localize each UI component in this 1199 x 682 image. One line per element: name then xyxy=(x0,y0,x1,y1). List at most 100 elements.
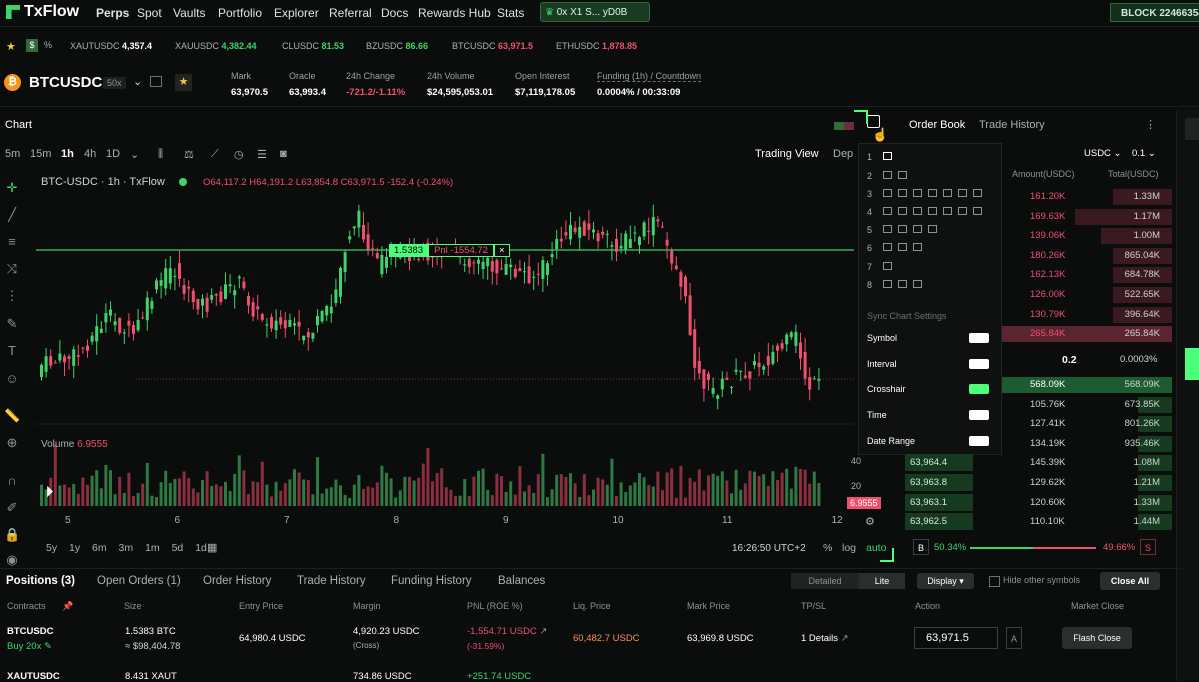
chevron-down-icon[interactable]: ⌄ xyxy=(133,75,142,88)
hide-other-checkbox[interactable] xyxy=(989,576,1000,587)
range-5d[interactable]: 5d xyxy=(172,542,184,554)
calendar-icon[interactable]: ▦ xyxy=(207,541,217,554)
depth-tab[interactable]: Dep xyxy=(833,148,853,160)
nav-docs[interactable]: Docs xyxy=(381,6,408,20)
position-line-label[interactable]: 1.5383 Pnl -1554.72 × xyxy=(389,244,510,257)
tab-funding-history[interactable]: Funding History xyxy=(391,575,472,587)
emoji-icon[interactable]: ☺ xyxy=(4,371,20,387)
bid-row[interactable]: 129.62K 1.21M xyxy=(1002,474,1172,492)
candles-icon[interactable]: ⫼ xyxy=(158,148,163,161)
ticker-item[interactable]: CLUSDC 81.53 xyxy=(282,41,344,51)
bid-row[interactable]: 127.41K 801.26K xyxy=(1002,415,1172,433)
interval-5m[interactable]: 5m xyxy=(5,148,20,160)
tab-order-history[interactable]: Order History xyxy=(203,575,271,587)
sync-date-range-toggle[interactable] xyxy=(969,436,989,446)
nav-portfolio[interactable]: Portfolio xyxy=(218,6,262,20)
text-icon[interactable]: T xyxy=(4,343,20,359)
ruler-icon[interactable]: 📏 xyxy=(4,408,20,424)
nav-rewards-hub[interactable]: Rewards Hub xyxy=(418,6,491,20)
magnet-icon[interactable]: ∩ xyxy=(4,473,20,489)
range-selector[interactable]: 5y 1y 6m 3m 1m 5d 1d xyxy=(46,542,207,554)
trade-panel-tab[interactable] xyxy=(1185,118,1199,140)
zoom-icon[interactable]: ⊕ xyxy=(4,435,20,451)
favorite-star-icon[interactable]: ★ xyxy=(175,74,192,91)
bid-row[interactable]: 110.10K 1.44M xyxy=(1002,513,1172,531)
chevron-down-icon[interactable]: ⌄ xyxy=(130,148,139,161)
interval-1h[interactable]: 1h xyxy=(61,148,74,160)
close-all-button[interactable]: Close All xyxy=(1100,572,1160,590)
range-1d[interactable]: 1d xyxy=(195,542,207,554)
indicators-icon[interactable]: ⚖ xyxy=(184,148,194,161)
trend-line-icon[interactable]: ╱ xyxy=(4,207,20,223)
bid-price[interactable]: 63,963.1 xyxy=(905,493,973,511)
nav-perps[interactable]: Perps xyxy=(96,6,129,20)
compare-icon[interactable]: ⟋ xyxy=(211,148,219,161)
bid-row[interactable]: 134.19K 935.46K xyxy=(1002,435,1172,453)
pin-icon[interactable]: 📌 xyxy=(62,601,73,612)
brand-logo[interactable]: TxFlow xyxy=(6,3,79,21)
range-3m[interactable]: 3m xyxy=(119,542,134,554)
position-contract[interactable]: XAUTUSDC xyxy=(7,671,60,682)
nav-explorer[interactable]: Explorer xyxy=(274,6,319,20)
nav-spot[interactable]: Spot xyxy=(137,6,162,20)
view-detailed-button[interactable]: Detailed xyxy=(791,573,859,589)
split-view-icon[interactable] xyxy=(150,76,162,87)
layout-row-3[interactable]: 3 xyxy=(867,189,988,199)
layout-row-4[interactable]: 4 xyxy=(867,207,988,217)
flash-close-button[interactable]: Flash Close xyxy=(1062,627,1132,649)
layout-row-1[interactable]: 1 xyxy=(867,152,898,162)
log-scale-button[interactable]: log xyxy=(842,542,856,554)
display-dropdown[interactable]: Display ▾ xyxy=(917,573,974,589)
ticker-item[interactable]: BZUSDC 86.66 xyxy=(366,41,428,51)
crosshair-icon[interactable]: ✛ xyxy=(4,180,20,196)
position-contract[interactable]: BTCUSDC xyxy=(7,626,53,637)
range-6m[interactable]: 6m xyxy=(92,542,107,554)
trade-submit-button[interactable] xyxy=(1185,348,1199,380)
nav-stats[interactable]: Stats xyxy=(497,6,524,20)
trading-view-tab[interactable]: Trading View xyxy=(755,148,819,160)
leverage-badge[interactable]: 50x xyxy=(103,77,126,89)
tab-trade-history[interactable]: Trade History xyxy=(979,119,1045,131)
interval-15m[interactable]: 15m xyxy=(30,148,51,160)
view-lite-button[interactable]: Lite xyxy=(859,573,905,589)
pattern-icon[interactable]: ⤨ xyxy=(4,261,20,277)
eye-icon[interactable]: ◉ xyxy=(4,552,20,568)
layout-row-5[interactable]: 5 xyxy=(867,225,943,235)
tab-trade-history[interactable]: Trade History xyxy=(297,575,366,587)
settings-icon[interactable]: ⚙ xyxy=(865,515,875,528)
tab-open-orders[interactable]: Open Orders (1) xyxy=(97,575,181,587)
dollar-icon[interactable]: $ xyxy=(26,39,38,52)
bid-row[interactable]: 145.39K 1.08M xyxy=(1002,454,1172,472)
tab-balances[interactable]: Balances xyxy=(498,575,545,587)
ask-row[interactable]: 161.20K 1.33M xyxy=(1002,188,1172,206)
ticker-item[interactable]: XAUTUSDC 4,357.4 xyxy=(70,41,152,51)
ask-row[interactable]: 130.79K 396.64K xyxy=(1002,306,1172,324)
ask-row[interactable]: 162.13K 684.78K xyxy=(1002,266,1172,284)
wallet-button[interactable]: ♛ 0x X1 S... yD0B xyxy=(540,2,650,22)
tab-order-book[interactable]: Order Book xyxy=(909,119,965,131)
candlestick-chart[interactable] xyxy=(36,176,854,512)
fib-icon[interactable]: ≡ xyxy=(4,234,20,250)
nav-vaults[interactable]: Vaults xyxy=(173,6,205,20)
measure-icon[interactable]: ⋮ xyxy=(4,288,20,304)
unit-select[interactable]: USDC ⌄ xyxy=(1084,148,1122,159)
more-icon[interactable]: ⋮ xyxy=(1145,118,1156,131)
ticker-item[interactable]: ETHUSDC 1,878.85 xyxy=(556,41,637,51)
bid-row[interactable]: 105.76K 673.85K xyxy=(1002,396,1172,414)
layout-row-2[interactable]: 2 xyxy=(867,171,913,181)
position-tpsl[interactable]: 1 Details ↗ xyxy=(801,633,849,644)
nav-referral[interactable]: Referral xyxy=(329,6,372,20)
range-1m[interactable]: 1m xyxy=(145,542,160,554)
percent-scale-button[interactable]: % xyxy=(823,542,832,554)
lock-icon[interactable]: 🔒 xyxy=(4,527,20,543)
alert-icon[interactable]: ◷ xyxy=(234,148,244,161)
interval-1d[interactable]: 1D xyxy=(106,148,120,160)
tab-positions[interactable]: Positions (3) xyxy=(6,575,75,587)
layout-row-6[interactable]: 6 xyxy=(867,243,928,253)
bid-price[interactable]: 63,962.5 xyxy=(905,513,973,531)
market-symbol[interactable]: BTCUSDC xyxy=(29,74,102,91)
ticker-item[interactable]: BTCUSDC 63,971.5 xyxy=(452,41,533,51)
close-icon[interactable]: × xyxy=(493,244,510,257)
sync-time-toggle[interactable] xyxy=(969,410,989,420)
ask-row[interactable]: 126.00K 522.65K xyxy=(1002,286,1172,304)
